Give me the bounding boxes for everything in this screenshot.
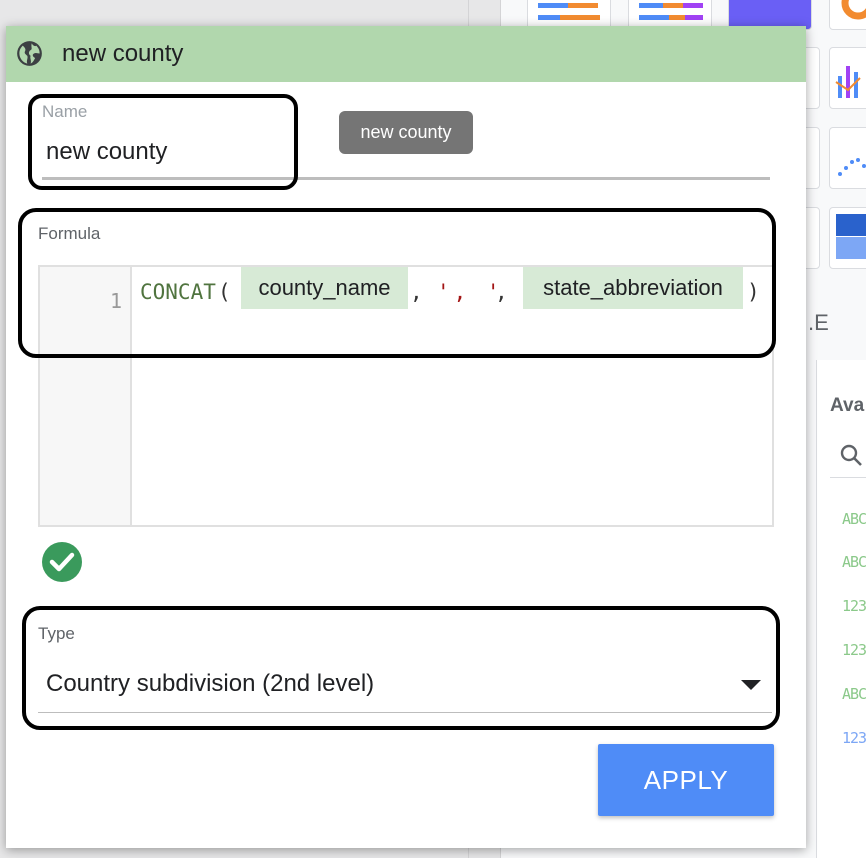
type-label: Type [38, 624, 75, 643]
dialog-title: new county [62, 40, 184, 67]
chart-tile-treemap[interactable] [829, 207, 866, 269]
formula-close-paren: ) [747, 280, 760, 304]
formula-label: Formula [38, 224, 101, 243]
field-type-badge: ABC [842, 685, 866, 703]
formula-code-line[interactable]: CONCAT ( county_name , ', ' , state_abbr… [140, 267, 770, 311]
screen: .E Ava ABC ABC 123 123 ABC 123 new count… [0, 0, 866, 858]
field-type-badge: 123 [842, 641, 866, 659]
formula-editor[interactable]: 1 CONCAT ( county_name , ', ' , state_ab… [38, 265, 774, 527]
chart-tile-scatter[interactable] [829, 127, 866, 189]
editor-gutter: 1 [40, 267, 132, 525]
partial-panel-label: .E [808, 310, 829, 335]
field-type-badge: 123 [842, 597, 866, 615]
field-id-chip: new county [339, 111, 473, 154]
name-input[interactable] [40, 132, 280, 172]
search-icon[interactable] [840, 444, 862, 466]
search-underline [830, 477, 866, 478]
line-number: 1 [109, 289, 122, 313]
chart-tile-donut[interactable] [829, 0, 866, 30]
apply-button[interactable]: APPLY [598, 744, 774, 816]
formula-string-literal: ', ' [437, 280, 504, 304]
type-underline [38, 712, 772, 713]
available-fields-heading: Ava [830, 395, 865, 416]
field-type-badge: ABC [842, 553, 866, 571]
formula-field-chip[interactable]: state_abbreviation [523, 267, 743, 309]
formula-field-chip[interactable]: county_name [241, 267, 408, 309]
field-type-badge: 123 [842, 729, 866, 747]
check-circle-icon [42, 542, 82, 582]
name-underline [42, 177, 770, 180]
calculated-field-dialog: new county Name new county Formula 1 CON… [6, 26, 806, 848]
dialog-header: new county [6, 26, 806, 82]
field-type-badge: ABC [842, 510, 866, 528]
formula-open-paren: ( [218, 280, 231, 304]
globe-icon [17, 41, 42, 66]
dropdown-arrow-icon[interactable] [740, 678, 762, 692]
name-label: Name [42, 102, 88, 121]
formula-comma: , [495, 280, 508, 304]
formula-comma: , [410, 280, 423, 304]
formula-function: CONCAT [140, 280, 216, 304]
chart-tile-bar-line[interactable] [829, 47, 866, 109]
type-selected-value: Country subdivision (2nd level) [46, 670, 375, 697]
type-select[interactable]: Country subdivision (2nd level) [38, 660, 772, 712]
